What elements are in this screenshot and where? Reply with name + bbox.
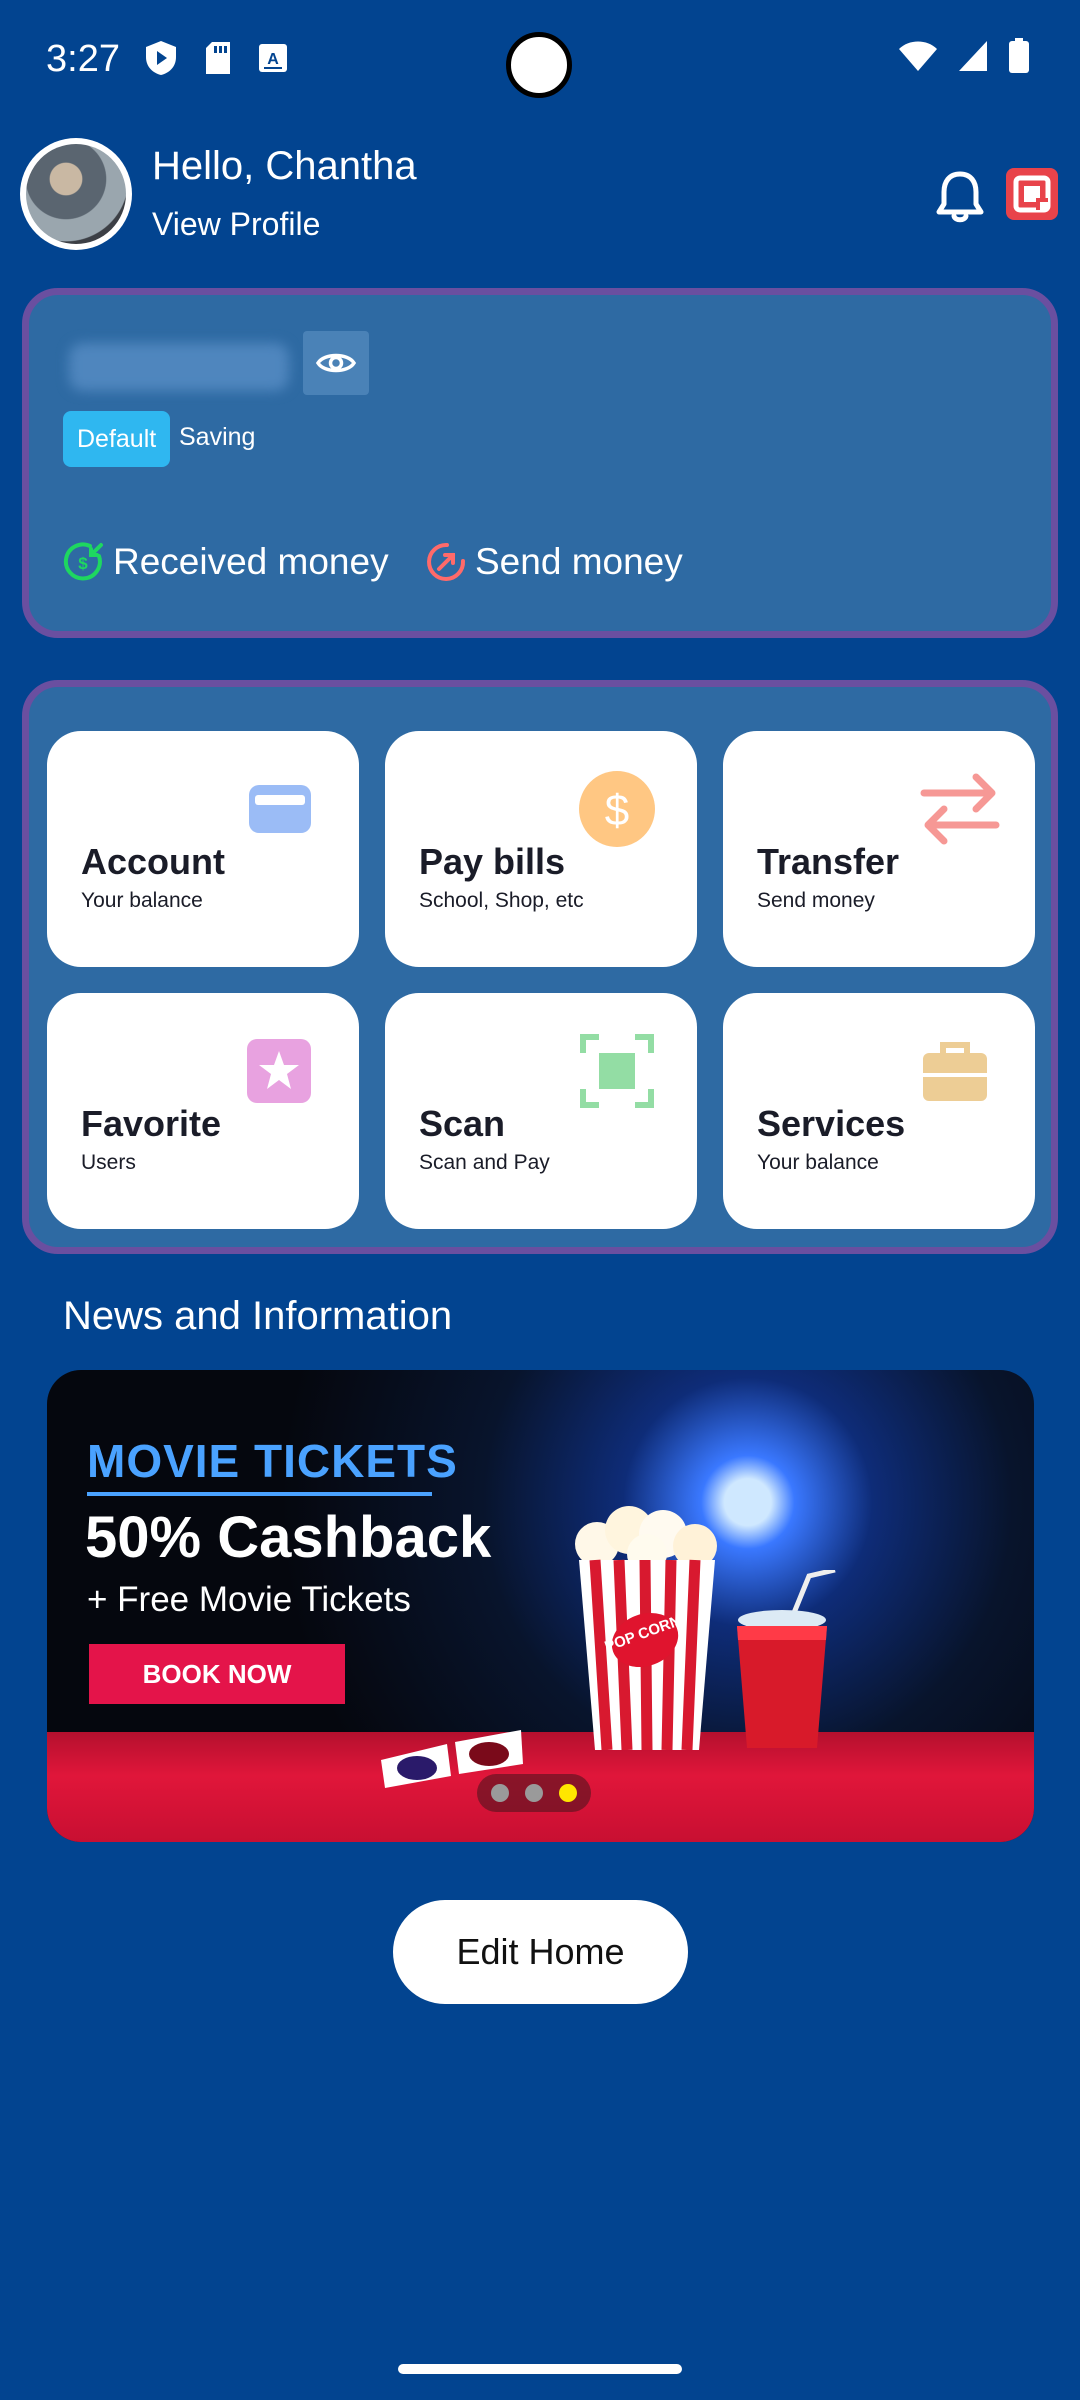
- wallet-icon: [249, 785, 311, 833]
- tile-title: Pay bills: [419, 841, 566, 882]
- tile-services[interactable]: Services Your balance: [723, 993, 1035, 1229]
- status-icons-right: [898, 38, 1030, 74]
- tile-subtitle: Users: [81, 1151, 136, 1174]
- gesture-nav-handle[interactable]: [398, 2364, 682, 2374]
- tile-title: Transfer: [757, 841, 900, 882]
- carousel-dot[interactable]: [525, 1784, 543, 1802]
- bell-icon[interactable]: [934, 168, 986, 224]
- tile-subtitle: Your balance: [757, 1151, 879, 1174]
- camera-cutout: [506, 32, 572, 98]
- shield-play-icon: [146, 41, 176, 75]
- status-bar: 3:27 A: [0, 0, 1080, 120]
- tile-title: Scan: [419, 1103, 506, 1144]
- eye-icon: [316, 353, 356, 373]
- svg-text:$: $: [605, 786, 629, 835]
- qr-scan-button[interactable]: [1006, 168, 1058, 220]
- send-money-icon: [427, 542, 466, 581]
- carousel-indicator[interactable]: [477, 1774, 591, 1812]
- hidden-balance: [69, 343, 289, 391]
- balance-card: Default Saving $ Received money Send mon…: [22, 288, 1058, 638]
- tile-transfer[interactable]: Transfer Send money: [723, 731, 1035, 967]
- received-money-label: Received money: [113, 541, 389, 582]
- edit-home-button[interactable]: Edit Home: [393, 1900, 688, 2004]
- scan-icon: [580, 1034, 654, 1108]
- tile-subtitle: School, Shop, etc: [419, 889, 584, 912]
- default-badge: Default: [63, 411, 171, 467]
- svg-text:$: $: [78, 554, 88, 573]
- send-money-button[interactable]: Send money: [425, 541, 683, 583]
- toolbox-icon: [923, 1042, 987, 1101]
- tile-pay-bills[interactable]: $ Pay bills School, Shop, etc: [385, 731, 697, 967]
- dollar-coin-icon: $: [579, 771, 655, 847]
- status-time: 3:27: [46, 38, 120, 80]
- banner-kicker: MOVIE TICKETS: [87, 1435, 458, 1487]
- carousel-dot-active[interactable]: [559, 1784, 577, 1802]
- popcorn-bucket-image: POP CORN: [575, 1506, 717, 1750]
- status-icons-left: A: [144, 40, 288, 76]
- sd-card-icon: [206, 42, 230, 74]
- tile-subtitle: Scan and Pay: [419, 1151, 550, 1174]
- received-money-icon: $: [63, 542, 103, 581]
- svg-text:A: A: [267, 51, 279, 68]
- banner-headline: 50% Cashback: [85, 1505, 492, 1570]
- tile-subtitle: Your balance: [81, 889, 203, 912]
- home-screen: 3:27 A Hello, Chantha View Profile Defau…: [0, 0, 1080, 2400]
- carousel-dot[interactable]: [491, 1784, 509, 1802]
- banner-divider: [87, 1492, 432, 1496]
- avatar-photo: [26, 144, 126, 244]
- tile-favorite[interactable]: Favorite Users: [47, 993, 359, 1229]
- book-now-button[interactable]: BOOK NOW: [89, 1644, 345, 1704]
- tile-account[interactable]: Account Your balance: [47, 731, 359, 967]
- services-panel: Account Your balance $ Pay bills School,…: [22, 680, 1058, 1254]
- transfer-arrows-icon: [920, 773, 1000, 845]
- tile-title: Account: [81, 841, 225, 882]
- account-type-label: Saving: [179, 423, 256, 451]
- keyboard-a-icon: A: [259, 44, 287, 72]
- greeting-text: Hello, Chantha: [152, 144, 417, 188]
- news-section-title: News and Information: [63, 1294, 453, 1338]
- tile-title: Favorite: [81, 1103, 222, 1144]
- toggle-balance-button[interactable]: [303, 331, 369, 395]
- avatar[interactable]: [20, 138, 132, 250]
- tile-title: Services: [757, 1103, 906, 1144]
- soda-cup-image: [737, 1570, 836, 1748]
- promo-banner[interactable]: MOVIE TICKETS 50% Cashback + Free Movie …: [47, 1370, 1034, 1842]
- received-money-button[interactable]: $ Received money: [63, 541, 389, 583]
- banner-subline: + Free Movie Tickets: [87, 1580, 411, 1619]
- battery-icon: [1009, 38, 1029, 73]
- star-icon: [247, 1039, 311, 1103]
- tile-scan[interactable]: Scan Scan and Pay: [385, 993, 697, 1229]
- signal-icon: [959, 41, 987, 71]
- wifi-icon: [899, 41, 937, 71]
- send-money-label: Send money: [475, 541, 683, 582]
- tile-subtitle: Send money: [757, 889, 875, 912]
- qr-scan-icon: [1013, 175, 1051, 213]
- view-profile-link[interactable]: View Profile: [152, 206, 320, 243]
